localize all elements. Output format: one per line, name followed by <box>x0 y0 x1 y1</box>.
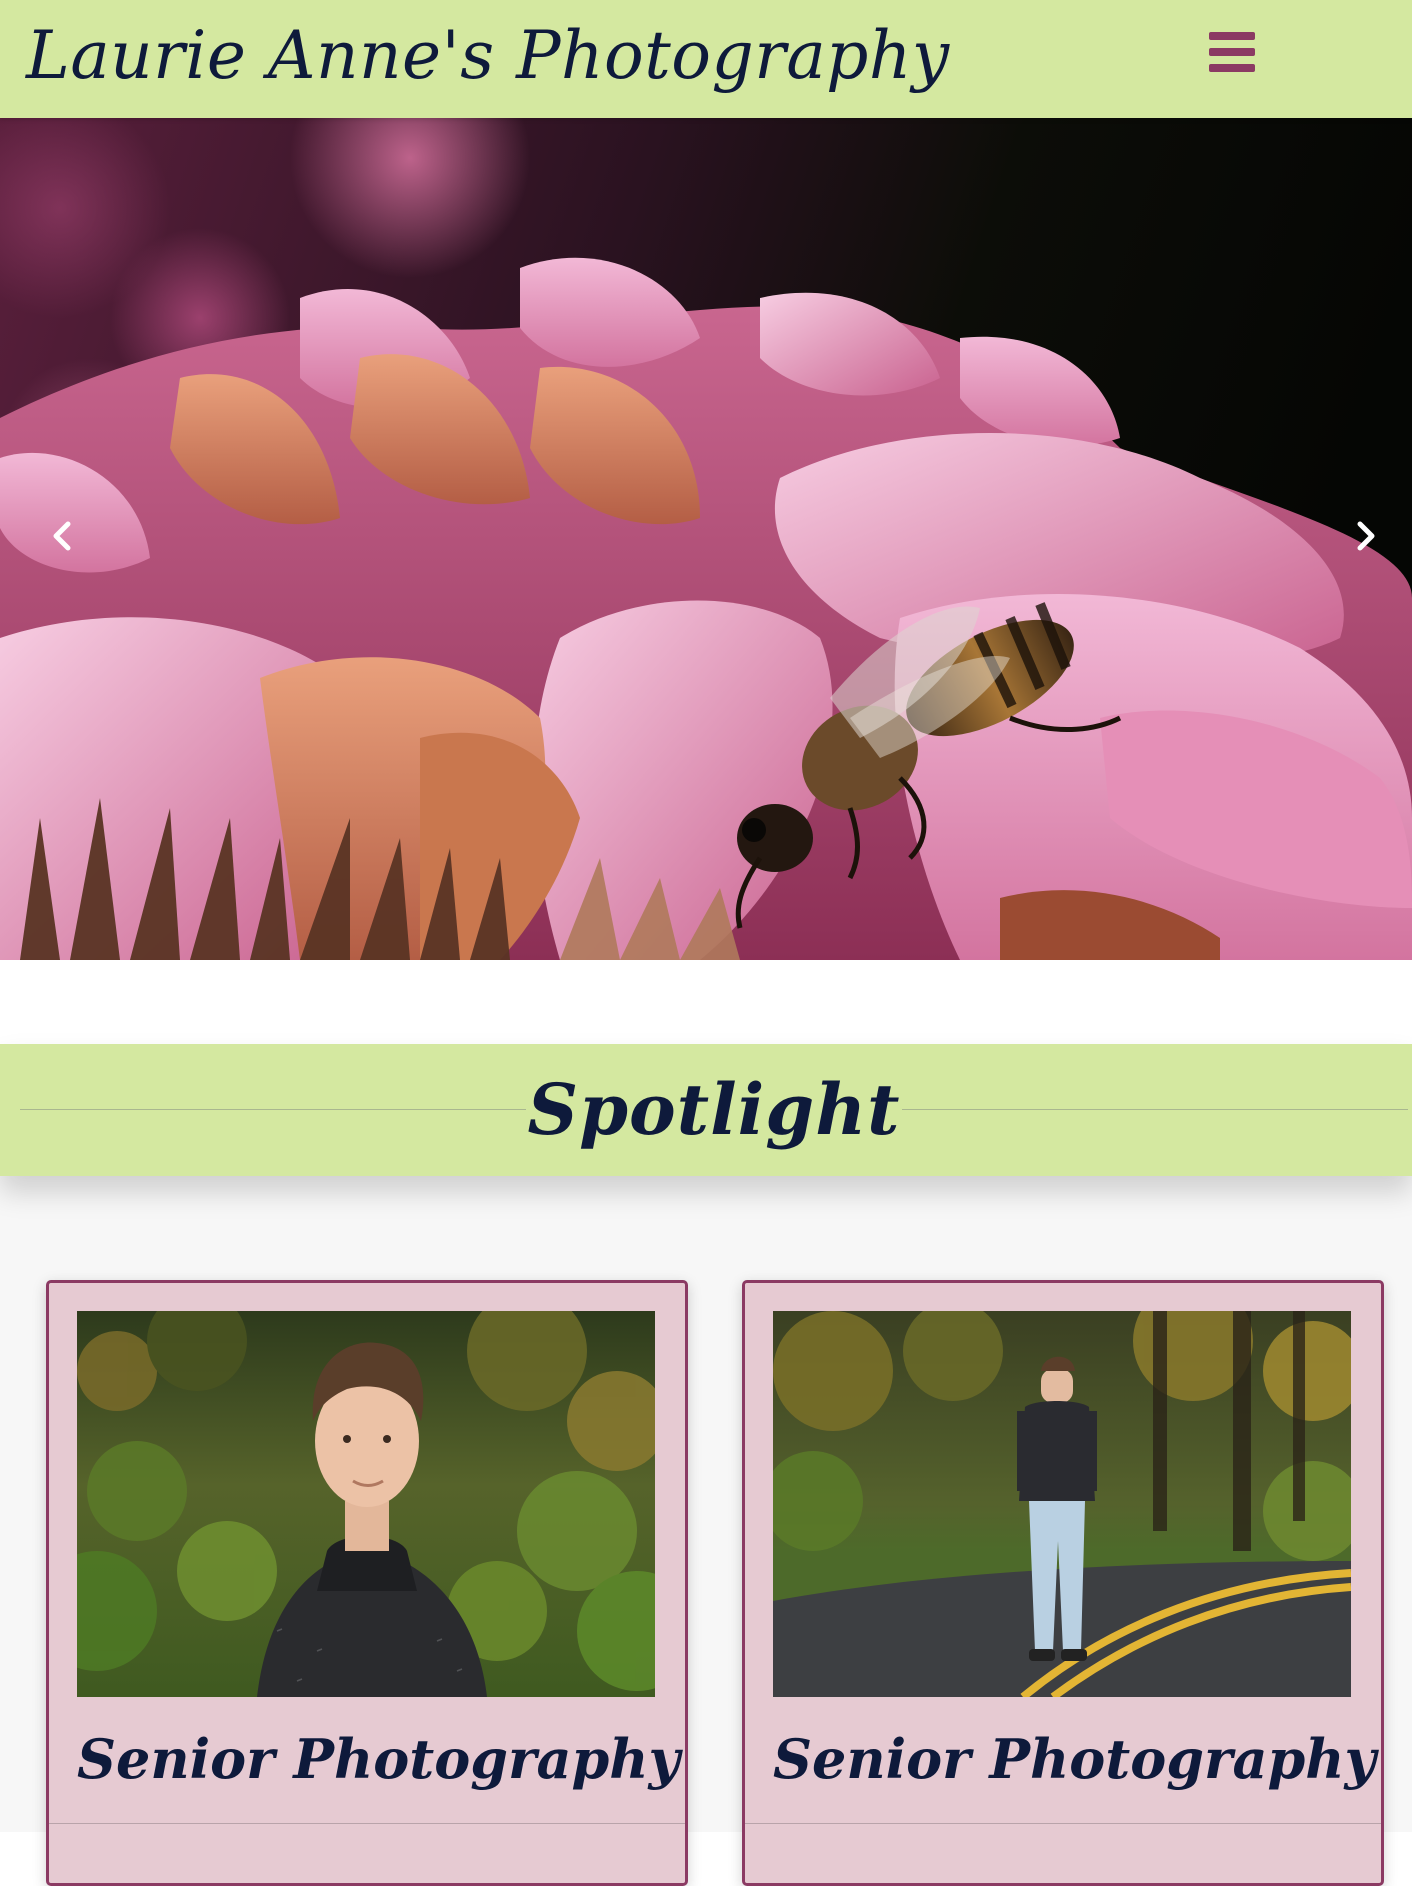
spotlight-card[interactable]: Senior Photography <box>46 1280 688 1886</box>
spotlight-section: Spotlight <box>0 1044 1412 1176</box>
card-title[interactable]: Senior Photography <box>77 1717 680 1801</box>
divider <box>902 1109 1408 1110</box>
spotlight-heading: Spotlight <box>527 1068 901 1151</box>
divider <box>745 1823 1381 1824</box>
menu-bar <box>1209 64 1255 72</box>
card-photo[interactable] <box>77 1311 655 1697</box>
spotlight-content: Senior Photography Senior Photography <box>0 1176 1412 1886</box>
card-photo[interactable] <box>773 1311 1351 1697</box>
chevron-left-icon[interactable] <box>40 514 84 558</box>
divider <box>20 1109 526 1110</box>
site-title[interactable]: Laurie Anne's Photography <box>26 8 950 104</box>
menu-bar <box>1209 48 1255 56</box>
hamburger-menu-icon[interactable] <box>1206 28 1260 78</box>
hero-carousel <box>0 118 1412 960</box>
menu-bar <box>1209 32 1255 40</box>
spotlight-card[interactable]: Senior Photography <box>742 1280 1384 1886</box>
card-title[interactable]: Senior Photography <box>773 1717 1376 1801</box>
hero-image <box>0 118 1412 960</box>
site-header: Laurie Anne's Photography <box>0 0 1412 118</box>
chevron-right-icon[interactable] <box>1344 514 1388 558</box>
divider <box>49 1823 685 1824</box>
